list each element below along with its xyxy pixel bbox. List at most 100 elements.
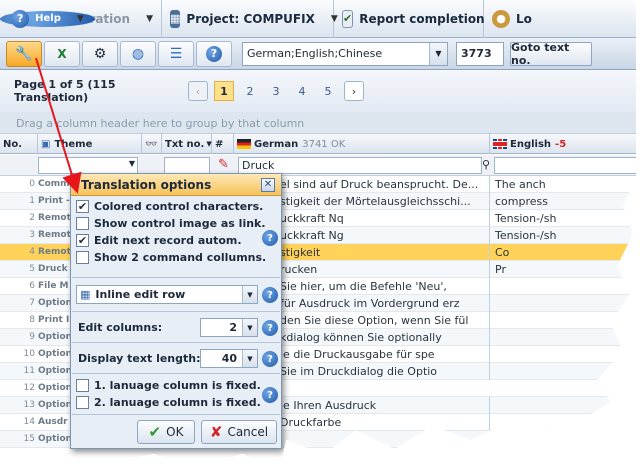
group-panel[interactable]: Drag a column header here to group by th… bbox=[0, 112, 636, 134]
row-german-text[interactable]: für Ausdruck im Vordergrund erz bbox=[280, 295, 490, 312]
screenshot-area: ▼ Administration ▼ ▦ Project: COMPUFIX ▼… bbox=[0, 0, 636, 468]
row-english-text[interactable]: Co bbox=[492, 244, 636, 261]
row-german-text[interactable]: den Sie diese Option, wenn Sie fül bbox=[280, 312, 490, 329]
row-german-text[interactable]: uckkraft Nq bbox=[280, 210, 490, 227]
row-german-text[interactable]: Sie im Druckdialog die Optio bbox=[280, 363, 490, 380]
theme-filter[interactable]: ▼ bbox=[38, 157, 138, 174]
cancel-button[interactable]: ✘ Cancel bbox=[201, 420, 277, 444]
row-number: 2 bbox=[29, 213, 35, 223]
option-first-language-fixed[interactable]: 1. lanuage column is fixed. bbox=[72, 377, 280, 394]
row-english-text[interactable]: compress bbox=[492, 193, 636, 210]
page-4[interactable]: 4 bbox=[292, 81, 312, 101]
chevron-down-icon[interactable]: ▼ bbox=[429, 42, 447, 65]
row-english-text[interactable]: Pr bbox=[492, 261, 636, 278]
monitor-icon: ▣ bbox=[41, 138, 51, 150]
column-header-no[interactable]: No. bbox=[0, 134, 38, 154]
globe-button[interactable]: ◍ bbox=[120, 40, 156, 67]
row-german-text[interactable]: rucken bbox=[280, 261, 490, 278]
checkbox[interactable] bbox=[76, 396, 89, 409]
menu-project[interactable]: ▦ Project: COMPUFIX ▼ bbox=[162, 0, 338, 38]
row-german-text[interactable]: el sind auf Druck beansprucht. De... bbox=[280, 176, 490, 193]
fixed-columns-section: 1. lanuage column is fixed. 2. lanuage c… bbox=[72, 375, 280, 415]
row-german-text[interactable]: ie die Druckausgabe für spe bbox=[280, 346, 490, 363]
ok-button[interactable]: ✔ OK bbox=[137, 420, 195, 444]
filter-icon[interactable]: ⚲ bbox=[482, 158, 490, 171]
record-number-value: 3773 bbox=[461, 47, 492, 60]
option-show-two-command-columns[interactable]: Show 2 command collumns. bbox=[72, 249, 280, 266]
option-edit-next-record[interactable]: ✔ Edit next record autom. bbox=[72, 232, 280, 249]
chevron-right-icon: › bbox=[351, 84, 357, 98]
close-icon[interactable]: ✕ bbox=[261, 178, 275, 192]
help-icon[interactable]: ? bbox=[262, 351, 278, 367]
filter-clear-icon[interactable]: ✎ bbox=[218, 157, 229, 172]
dialog-title-bar[interactable]: Translation options ✕ bbox=[71, 174, 281, 196]
application-window: ▼ Administration ▼ ▦ Project: COMPUFIX ▼… bbox=[0, 0, 640, 471]
translation-options-dialog: Translation options ✕ ✔ Colored control c… bbox=[70, 173, 282, 449]
option-second-language-fixed[interactable]: 2. lanuage column is fixed. bbox=[72, 394, 280, 411]
help-icon[interactable]: ? bbox=[262, 320, 278, 336]
language-select[interactable]: German;English;Chinese ▼ bbox=[242, 41, 448, 66]
column-header-german[interactable]: German 3741 OK bbox=[234, 134, 490, 154]
prev-page-button[interactable]: ‹ bbox=[188, 81, 208, 101]
checkbox[interactable] bbox=[76, 217, 89, 230]
row-number: 7 bbox=[29, 298, 35, 308]
option-show-control-image[interactable]: Show control image as link. bbox=[72, 215, 280, 232]
tree-button[interactable]: ☰ bbox=[158, 40, 194, 67]
option-label: Edit next record autom. bbox=[94, 234, 242, 247]
glasses-icon[interactable]: 👓 bbox=[142, 134, 162, 154]
chevron-down-icon: ▼ bbox=[128, 159, 135, 168]
help-icon[interactable]: ? bbox=[262, 230, 278, 246]
edit-columns-select[interactable]: 2 ▼ bbox=[200, 318, 258, 337]
edit-columns-section: Edit columns: 2 ▼ ? bbox=[72, 313, 280, 343]
record-number-input[interactable]: 3773 bbox=[456, 41, 504, 66]
help-icon[interactable]: ? bbox=[262, 387, 278, 403]
english-filter-input[interactable] bbox=[494, 157, 636, 174]
row-english-text[interactable]: Tension-/sh bbox=[492, 210, 636, 227]
row-english-text[interactable]: Tension-/sh bbox=[492, 227, 636, 244]
row-german-text[interactable]: stigkeit der Mörtelausgleichsschi... bbox=[280, 193, 490, 210]
checkbox-checked[interactable]: ✔ bbox=[76, 200, 89, 213]
next-page-button[interactable]: › bbox=[344, 81, 364, 101]
ok-label: OK bbox=[166, 425, 184, 439]
menu-help[interactable]: ? Help ▼ bbox=[0, 9, 96, 28]
chevron-down-icon[interactable]: ▼ bbox=[242, 319, 257, 336]
page-3[interactable]: 3 bbox=[266, 81, 286, 101]
txt-no-filter[interactable] bbox=[164, 157, 210, 174]
checkbox-checked[interactable]: ✔ bbox=[76, 234, 89, 247]
row-german-text[interactable]: Druckfarbe bbox=[280, 414, 490, 431]
row-german-text[interactable]: ie Ihren Ausdruck bbox=[280, 397, 490, 414]
page-5[interactable]: 5 bbox=[318, 81, 338, 101]
row-number: 4 bbox=[29, 247, 35, 257]
help-icon[interactable]: ? bbox=[262, 287, 278, 303]
checkbox[interactable] bbox=[76, 251, 89, 264]
chevron-down-icon[interactable]: ▼ bbox=[242, 350, 257, 367]
row-german-text[interactable]: uckkraft Ng bbox=[280, 227, 490, 244]
german-filter-input[interactable]: Druck bbox=[238, 157, 482, 174]
row-english-text[interactable]: The anch bbox=[492, 176, 636, 193]
goto-text-button[interactable]: Goto text no. bbox=[510, 41, 592, 67]
row-number: 0 bbox=[29, 179, 35, 189]
excel-export-button[interactable]: X bbox=[44, 40, 80, 67]
row-number: 3 bbox=[29, 230, 35, 240]
help-button[interactable]: ? bbox=[196, 40, 232, 67]
row-german-text[interactable]: Sie hier, um die Befehle 'Neu', bbox=[280, 278, 490, 295]
edit-mode-select[interactable]: ▦ Inline edit row ▼ bbox=[76, 285, 258, 304]
checkbox[interactable] bbox=[76, 379, 89, 392]
chevron-down-icon[interactable]: ▼ bbox=[242, 286, 257, 303]
row-german-text[interactable]: stigkeit bbox=[280, 244, 490, 261]
page-1[interactable]: 1 bbox=[214, 81, 234, 101]
settings-button[interactable]: ⚙ bbox=[82, 40, 118, 67]
column-header-english[interactable]: English -5 bbox=[490, 134, 636, 154]
menu-login[interactable]: ● Lo bbox=[484, 0, 540, 38]
column-header-theme[interactable]: ▣ Theme bbox=[38, 134, 142, 154]
display-length-select[interactable]: 40 ▼ bbox=[200, 349, 258, 368]
menu-report-label: Report completion bbox=[359, 11, 485, 26]
menu-report-completion[interactable]: ✔ Report completion bbox=[334, 0, 485, 38]
page-2[interactable]: 2 bbox=[240, 81, 260, 101]
row-german-text[interactable]: kdialog können Sie optionally bbox=[280, 329, 490, 346]
option-label: 2. lanuage column is fixed. bbox=[94, 396, 261, 409]
option-colored-control-chars[interactable]: ✔ Colored control characters. bbox=[72, 198, 280, 215]
wrench-button[interactable]: 🔧 bbox=[6, 40, 42, 67]
column-header-hash[interactable]: # bbox=[212, 134, 234, 154]
column-header-txt-no[interactable]: Txt no. ▼ bbox=[162, 134, 212, 154]
